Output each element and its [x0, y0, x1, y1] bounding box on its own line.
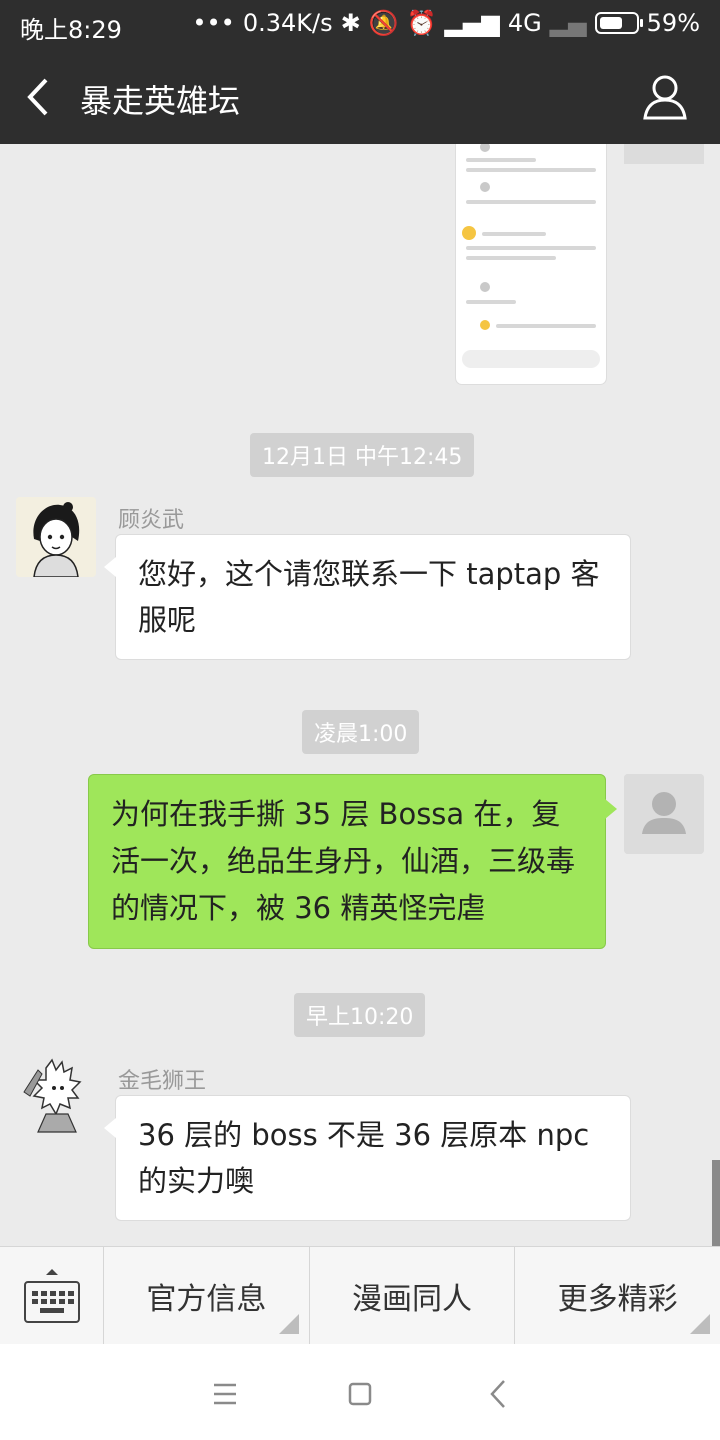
thumb-line: [466, 246, 596, 250]
page-title: 暴走英雄坛: [80, 82, 241, 120]
signal-empty-icon: ▂▄: [549, 9, 587, 37]
thumb-avatar: [480, 182, 490, 192]
message-bubble-outgoing[interactable]: 为何在我手撕 35 层 Bossa 在，复活一次，绝品生身丹，仙酒，三级毒的情况…: [88, 774, 617, 949]
menu-item-label: 更多精彩: [557, 1281, 678, 1317]
alarm-icon: ⏰: [406, 9, 437, 37]
thumb-line: [482, 232, 546, 236]
avatar[interactable]: [624, 774, 704, 854]
back-arrow-icon: [490, 1380, 505, 1408]
title-bar: 暴走英雄坛: [0, 50, 720, 144]
thumb-line: [466, 200, 596, 204]
menu-lines-icon: [214, 1383, 236, 1405]
battery-percent: 59%: [646, 9, 700, 37]
battery-fill: [599, 17, 622, 29]
avatar-jinmao-shiwang: [23, 1058, 82, 1133]
keyboard-icon: [24, 1269, 80, 1323]
menu-comics-fanart[interactable]: 漫画同人: [310, 1247, 516, 1344]
timestamp: 凌晨1:00: [302, 710, 420, 754]
image-message[interactable]: [456, 144, 606, 384]
profile-button[interactable]: [640, 72, 690, 122]
chat-area[interactable]: 12月1日 中午12:45 顾炎武 您好，这个请您联系一下 taptap 客服呢…: [0, 144, 720, 1246]
mute-icon: 🔕: [368, 9, 399, 37]
nav-home-button[interactable]: [340, 1374, 380, 1414]
menu-more[interactable]: 更多精彩: [515, 1247, 720, 1344]
system-nav-bar: [0, 1344, 720, 1440]
status-bar: 晚上8:29 ••• 0.34K/s ✱ 🔕 ⏰ ▂▄▆ 4G ▂▄ 59%: [0, 0, 720, 50]
thumb-line: [466, 158, 536, 162]
scrollbar[interactable]: [712, 1160, 720, 1246]
back-button[interactable]: [22, 74, 62, 120]
status-icons: ••• 0.34K/s ✱ 🔕 ⏰ ▂▄▆ 4G ▂▄ 59%: [192, 9, 700, 37]
thumb-line: [466, 300, 516, 304]
thumb-line: [466, 168, 596, 172]
person-icon: [643, 75, 687, 120]
thumb-avatar: [480, 144, 490, 152]
menu-item-label: 漫画同人: [352, 1281, 472, 1317]
thumb-line: [466, 256, 556, 260]
thumb-input: [462, 350, 600, 368]
sender-name: 金毛狮王: [118, 1069, 207, 1094]
menu-item-label: 官方信息: [146, 1281, 267, 1317]
network-speed: 0.34K/s: [242, 9, 333, 37]
bluetooth-icon: ✱: [340, 9, 361, 37]
avatar-gu-yanwu: [16, 497, 96, 577]
avatar[interactable]: [16, 497, 96, 577]
nav-back-button[interactable]: [478, 1374, 518, 1414]
sender-name: 顾炎武: [118, 508, 185, 533]
nav-menu-button[interactable]: [205, 1374, 245, 1414]
network-type: 4G: [507, 9, 542, 37]
status-time: 晚上8:29: [20, 16, 122, 44]
menu-official-info[interactable]: 官方信息: [104, 1247, 310, 1344]
signal-icon: ▂▄▆: [444, 9, 500, 37]
more-dots-icon: •••: [192, 9, 235, 37]
timestamp: 早上10:20: [294, 993, 426, 1037]
thumb-avatar: [480, 282, 490, 292]
timestamp: 12月1日 中午12:45: [250, 433, 475, 477]
message-bubble[interactable]: 36 层的 boss 不是 36 层原本 npc 的实力噢: [104, 1095, 631, 1221]
bottom-menu: 官方信息 漫画同人 更多精彩: [0, 1246, 720, 1345]
keyboard-toggle-button[interactable]: [0, 1247, 104, 1345]
avatar[interactable]: [16, 1058, 96, 1138]
battery-icon: [594, 12, 643, 34]
message-bubble[interactable]: 您好，这个请您联系一下 taptap 客服呢: [104, 534, 631, 660]
thumb-line: [496, 324, 596, 328]
avatar-partial: [624, 144, 704, 164]
chevron-left-icon: [27, 78, 48, 116]
submenu-corner-icon: [278, 1314, 299, 1334]
thumb-avatar: [480, 320, 490, 330]
submenu-corner-icon: [690, 1314, 711, 1334]
thumb-avatar: [462, 226, 476, 240]
square-home-icon: [348, 1382, 372, 1406]
default-avatar-icon: [624, 774, 704, 854]
